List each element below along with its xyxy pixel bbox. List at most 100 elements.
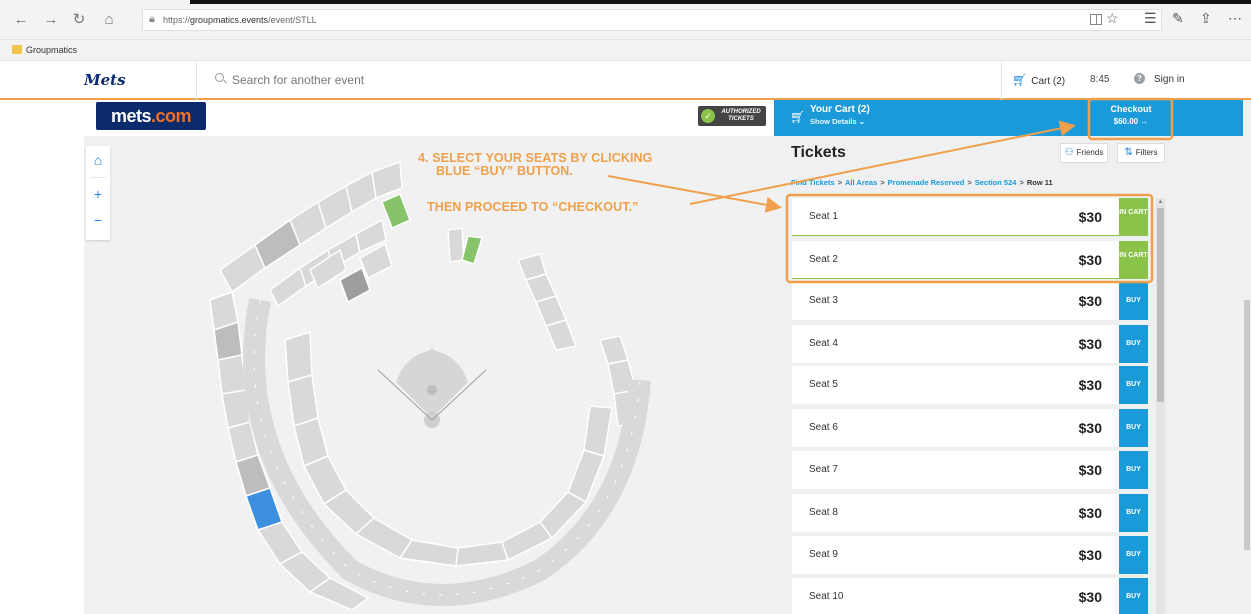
- reading-view-icon[interactable]: [1090, 14, 1102, 25]
- url-text: https://groupmatics.events/event/STLL: [163, 15, 317, 25]
- map-section: [269, 266, 307, 308]
- your-cart-title[interactable]: Your Cart (2): [810, 104, 870, 115]
- sign-in-link[interactable]: Sign in: [1154, 74, 1185, 85]
- in-cart-badge[interactable]: IN CART: [1119, 241, 1148, 279]
- seat-price: $30: [1078, 252, 1102, 268]
- seat-price: $30: [1078, 209, 1102, 225]
- divider: [1001, 61, 1002, 100]
- friends-button[interactable]: ⚇ Friends: [1060, 143, 1108, 163]
- in-cart-badge[interactable]: IN CART: [1119, 198, 1148, 236]
- pen-icon[interactable]: ✎: [1172, 10, 1184, 27]
- breadcrumb-separator: >: [880, 178, 885, 187]
- seat-name: Seat 1: [809, 211, 838, 222]
- seat-row[interactable]: Seat 7 $30 BUY: [792, 451, 1148, 489]
- buy-button[interactable]: BUY: [1119, 536, 1148, 574]
- seat-row[interactable]: Seat 1 $30 IN CART: [792, 198, 1148, 236]
- buy-button[interactable]: BUY: [1119, 282, 1148, 320]
- seat-name: Seat 5: [809, 379, 838, 390]
- seat-name: Seat 6: [809, 422, 838, 433]
- favorites-list-icon[interactable]: ☰: [1144, 10, 1157, 27]
- show-details-link[interactable]: Show Details ⌄: [810, 117, 865, 126]
- breadcrumb-separator: >: [1019, 178, 1024, 187]
- map-section: [371, 160, 403, 200]
- checkout-button[interactable]: Checkout $60.00 →: [1091, 100, 1171, 136]
- zoom-in-button[interactable]: +: [86, 182, 110, 206]
- cart-label: Cart (2): [1031, 76, 1066, 87]
- seat-price: $30: [1078, 336, 1102, 352]
- help-icon[interactable]: ?: [1134, 73, 1145, 84]
- filter-sliders-icon: ⇅: [1124, 147, 1133, 158]
- seat-row[interactable]: Seat 10 $30 BUY: [792, 578, 1148, 614]
- forward-arrow-icon[interactable]: →: [42, 11, 60, 29]
- seat-list-scroll-thumb[interactable]: [1157, 208, 1164, 402]
- seat-name: Seat 2: [809, 254, 838, 265]
- seat-price: $30: [1078, 377, 1102, 393]
- seat-row[interactable]: Seat 6 $30 BUY: [792, 409, 1148, 447]
- filters-button[interactable]: ⇅ Filters: [1117, 143, 1165, 163]
- map-controls: ⌂ + −: [86, 146, 110, 240]
- seat-row[interactable]: Seat 4 $30 BUY: [792, 325, 1148, 363]
- seat-row[interactable]: Seat 2 $30 IN CART: [792, 241, 1148, 279]
- buy-button[interactable]: BUY: [1119, 366, 1148, 404]
- site-header: Mets 🛒︎Cart (2) 8:45 ? Sign in: [0, 61, 1251, 100]
- seat-name: Seat 4: [809, 338, 838, 349]
- mets-com-logo[interactable]: mets.com: [96, 102, 206, 130]
- cart-icon: 🛒︎: [790, 110, 806, 124]
- cart-link[interactable]: 🛒︎ Cart (2): [1012, 73, 1065, 87]
- map-section: [599, 335, 629, 365]
- friends-label: Friends: [1076, 148, 1104, 157]
- map-home-icon[interactable]: ⌂: [86, 148, 110, 172]
- map-section: [345, 170, 377, 214]
- annotation-line-1: 4. SELECT YOUR SEATS BY CLICKING: [418, 151, 653, 165]
- stadium-seat-map[interactable]: [200, 150, 670, 610]
- zoom-out-button[interactable]: −: [86, 208, 110, 232]
- map-section: [398, 539, 459, 567]
- seat-row[interactable]: Seat 5 $30 BUY: [792, 366, 1148, 404]
- address-bar[interactable]: 🔒︎ https://groupmatics.events/event/STLL: [142, 9, 1162, 31]
- cart-icon: 🛒︎: [1012, 73, 1028, 87]
- refresh-icon[interactable]: ↻: [70, 11, 88, 29]
- back-arrow-icon[interactable]: ←: [12, 11, 30, 29]
- breadcrumb-find-tickets[interactable]: Find Tickets: [791, 178, 835, 187]
- buy-button[interactable]: BUY: [1119, 451, 1148, 489]
- show-details-label: Show Details: [810, 117, 857, 126]
- home-icon[interactable]: ⌂: [100, 11, 118, 29]
- pitchers-mound: [427, 385, 437, 395]
- seat-row[interactable]: Seat 3 $30 BUY: [792, 282, 1148, 320]
- breadcrumb-separator: >: [837, 178, 843, 187]
- seat-row[interactable]: Seat 8 $30 BUY: [792, 494, 1148, 532]
- countdown-timer: 8:45: [1090, 74, 1110, 85]
- breadcrumb: Find Tickets > All Areas > Promenade Reserve…: [791, 178, 1053, 187]
- seat-row[interactable]: Seat 9 $30 BUY: [792, 536, 1148, 574]
- scroll-up-arrow-icon[interactable]: ▲: [1156, 198, 1165, 207]
- favorite-star-icon[interactable]: ☆: [1106, 10, 1119, 27]
- buy-button[interactable]: BUY: [1119, 325, 1148, 363]
- authorized-tickets-text: AUTHORIZED TICKETS: [721, 109, 761, 122]
- logo-suffix-text: .com: [151, 106, 192, 126]
- buy-button[interactable]: BUY: [1119, 494, 1148, 532]
- seat-name: Seat 9: [809, 549, 838, 560]
- map-section: [583, 405, 613, 457]
- page-scroll-thumb[interactable]: [1244, 300, 1250, 550]
- seat-price: $30: [1078, 505, 1102, 521]
- map-section: [447, 227, 465, 263]
- search-icon: [215, 73, 227, 85]
- bookmark-groupmatics[interactable]: Groupmatics: [26, 45, 77, 55]
- checkout-amount: $60.00 →: [1113, 117, 1149, 126]
- search-input[interactable]: [232, 72, 732, 88]
- share-icon[interactable]: ⇪: [1200, 10, 1212, 27]
- buy-button[interactable]: BUY: [1119, 578, 1148, 614]
- browser-toolbar: ← → ↻ ⌂ 🔒︎ https://groupmatics.events/ev…: [0, 0, 1251, 40]
- map-section: [461, 235, 483, 265]
- buy-button[interactable]: BUY: [1119, 409, 1148, 447]
- more-icon[interactable]: ⋯: [1228, 10, 1242, 27]
- map-section: [381, 192, 411, 230]
- map-section: [284, 330, 313, 383]
- mets-logo-script[interactable]: Mets: [84, 71, 126, 89]
- seat-price: $30: [1078, 547, 1102, 563]
- breadcrumb-all-areas[interactable]: All Areas: [845, 178, 877, 187]
- annotation-line-2: BLUE “BUY” BUTTON.: [436, 164, 573, 178]
- chevron-down-icon: ⌄: [858, 117, 866, 126]
- breadcrumb-promenade-reserved[interactable]: Promenade Reserved: [888, 178, 965, 187]
- breadcrumb-section[interactable]: Section 524: [975, 178, 1017, 187]
